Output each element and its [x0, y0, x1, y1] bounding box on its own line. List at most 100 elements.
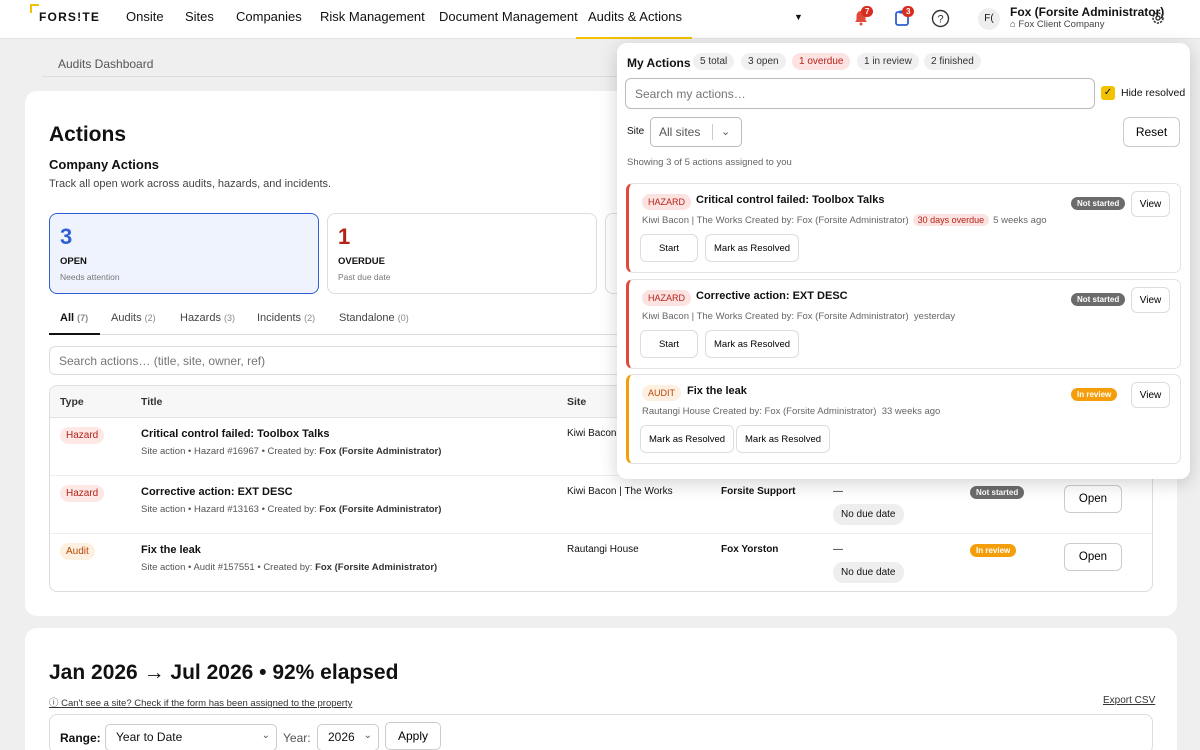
open-button[interactable]: Open — [1064, 485, 1122, 513]
action-title[interactable]: Critical control failed: Toolbox Talks — [696, 194, 884, 206]
view-button[interactable]: View — [1131, 287, 1170, 313]
row-creator: Fox (Forsite Administrator) — [319, 504, 442, 515]
help-button[interactable]: ? — [931, 9, 951, 29]
notifications-badge: 7 — [861, 6, 874, 17]
search-actions-input[interactable] — [49, 346, 629, 375]
row-creator: Fox (Forsite Administrator) — [319, 446, 442, 457]
user-avatar[interactable]: F( — [978, 8, 1000, 30]
row-meta: Site action • Hazard #13163 • Created by… — [141, 504, 441, 515]
mark-resolved-button[interactable]: Mark as Resolved — [736, 425, 831, 453]
nav-companies[interactable]: Companies — [236, 9, 302, 24]
hide-resolved-label[interactable]: Hide resolved — [1121, 87, 1185, 99]
status-badge: In review — [970, 544, 1017, 557]
nav-active-indicator — [576, 37, 692, 39]
column-header-type[interactable]: Type — [60, 396, 84, 408]
tab-incidents-count: (2) — [304, 313, 316, 323]
year-select[interactable]: 2026 ⌄ — [317, 724, 379, 750]
action-title[interactable]: Fix the leak — [687, 385, 747, 397]
tab-standalone-label: Standalone — [339, 312, 395, 324]
apply-button[interactable]: Apply — [385, 722, 441, 750]
tab-hazards[interactable]: Hazards (3) — [180, 312, 235, 324]
site-filter-select[interactable]: All sites ⌄ — [650, 117, 742, 147]
range-select-value: Year to Date — [116, 730, 183, 744]
top-nav: FORS!TE Onsite Sites Companies Risk Mana… — [0, 0, 1200, 39]
more-dropdown-icon[interactable]: ▼ — [794, 12, 803, 22]
action-meta: Kiwi Bacon | The Works Created by: Fox (… — [642, 311, 955, 322]
user-company-name: Fox Client Company — [1018, 19, 1105, 30]
start-button[interactable]: Start — [640, 234, 698, 262]
action-meta-text: Rautangi House Created by: Fox (Forsite … — [642, 406, 877, 417]
chip-total[interactable]: 5 total — [693, 53, 735, 70]
mark-resolved-button[interactable]: Mark as Resolved — [640, 425, 735, 453]
stat-open-card[interactable]: 3 OPEN Needs attention — [49, 213, 319, 294]
gear-icon[interactable] — [1150, 10, 1166, 26]
stat-open-label: OPEN — [60, 256, 87, 267]
forsite-logo[interactable]: FORS!TE — [30, 4, 100, 28]
action-title[interactable]: Corrective action: EXT DESC — [696, 290, 848, 302]
nav-risk-management[interactable]: Risk Management — [320, 9, 425, 24]
select-divider — [712, 124, 713, 140]
my-actions-search-input[interactable] — [625, 78, 1095, 109]
view-button[interactable]: View — [1131, 191, 1170, 217]
reset-button[interactable]: Reset — [1123, 117, 1180, 147]
tab-standalone[interactable]: Standalone (0) — [339, 312, 409, 324]
stat-overdue-hint: Past due date — [338, 272, 391, 282]
tab-incidents-label: Incidents — [257, 312, 302, 324]
view-button[interactable]: View — [1131, 382, 1170, 408]
site-filter-value: All sites — [659, 125, 701, 139]
row-meta-text: Site action • Hazard #16967 • Created by… — [141, 446, 317, 457]
action-age: 33 weeks ago — [881, 406, 941, 417]
row-site: Kiwi Bacon — [567, 428, 617, 439]
type-badge: Hazard — [60, 427, 105, 444]
nav-sites[interactable]: Sites — [185, 9, 214, 24]
nav-document-management[interactable]: Document Management — [439, 9, 578, 24]
mark-resolved-button[interactable]: Mark as Resolved — [705, 234, 800, 262]
site-help-link[interactable]: ⓘ Can't see a site? Check if the form ha… — [49, 695, 352, 709]
open-button[interactable]: Open — [1064, 543, 1122, 571]
my-action-card[interactable]: HAZARD Corrective action: EXT DESC Kiwi … — [626, 279, 1181, 369]
tab-all[interactable]: All (7) — [60, 312, 88, 324]
notifications-button[interactable]: 7 — [852, 6, 874, 29]
table-row[interactable]: Hazard Corrective action: EXT DESC Site … — [50, 476, 1152, 534]
page-description: Track all open work across audits, hazar… — [49, 178, 332, 190]
nav-audits-actions[interactable]: Audits & Actions — [588, 9, 682, 24]
action-meta: Rautangi House Created by: Fox (Forsite … — [642, 406, 940, 417]
status-badge: Not started — [1071, 293, 1126, 306]
no-due-date-badge: No due date — [833, 504, 904, 525]
tasks-button[interactable]: 3 — [893, 6, 915, 29]
column-header-title[interactable]: Title — [141, 396, 162, 408]
column-header-site[interactable]: Site — [567, 396, 586, 408]
row-title[interactable]: Critical control failed: Toolbox Talks — [141, 428, 329, 440]
user-name[interactable]: Fox (Forsite Administrator) — [1010, 5, 1164, 19]
range-select[interactable]: Year to Date ⌄ — [105, 724, 277, 750]
nav-onsite[interactable]: Onsite — [126, 9, 164, 24]
my-action-card[interactable]: HAZARD Critical control failed: Toolbox … — [626, 183, 1181, 273]
chip-overdue[interactable]: 1 overdue — [792, 53, 851, 70]
range-label: Range: — [60, 731, 101, 745]
stat-open-value: 3 — [60, 224, 73, 249]
row-site: Kiwi Bacon | The Works — [567, 486, 673, 497]
chip-finished[interactable]: 2 finished — [924, 53, 981, 70]
row-site: Rautangi House — [567, 544, 639, 555]
tab-audits[interactable]: Audits (2) — [111, 312, 156, 324]
type-badge: AUDIT — [642, 385, 681, 401]
hide-resolved-checkbox[interactable]: ✓ — [1101, 86, 1115, 100]
start-button[interactable]: Start — [640, 330, 698, 358]
mark-resolved-button[interactable]: Mark as Resolved — [705, 330, 800, 358]
table-row[interactable]: Audit Fix the leak Site action • Audit #… — [50, 534, 1152, 591]
stat-overdue-value: 1 — [338, 224, 351, 249]
logo-bracket-icon — [30, 4, 39, 13]
row-title[interactable]: Fix the leak — [141, 544, 201, 556]
tab-incidents[interactable]: Incidents (2) — [257, 312, 315, 324]
site-filter-label: Site — [627, 126, 645, 137]
my-action-card[interactable]: AUDIT Fix the leak Rautangi House Create… — [626, 374, 1181, 464]
stat-overdue-card[interactable]: 1 OVERDUE Past due date — [327, 213, 597, 294]
status-badge: Not started — [1071, 197, 1126, 210]
breadcrumb[interactable]: Audits Dashboard — [42, 55, 622, 77]
chip-in-review[interactable]: 1 in review — [857, 53, 919, 70]
year-label: Year: — [283, 731, 311, 745]
help-icon: ? — [931, 9, 950, 28]
chip-open[interactable]: 3 open — [741, 53, 786, 70]
row-title[interactable]: Corrective action: EXT DESC — [141, 486, 293, 498]
export-csv-link[interactable]: Export CSV — [1103, 695, 1155, 706]
